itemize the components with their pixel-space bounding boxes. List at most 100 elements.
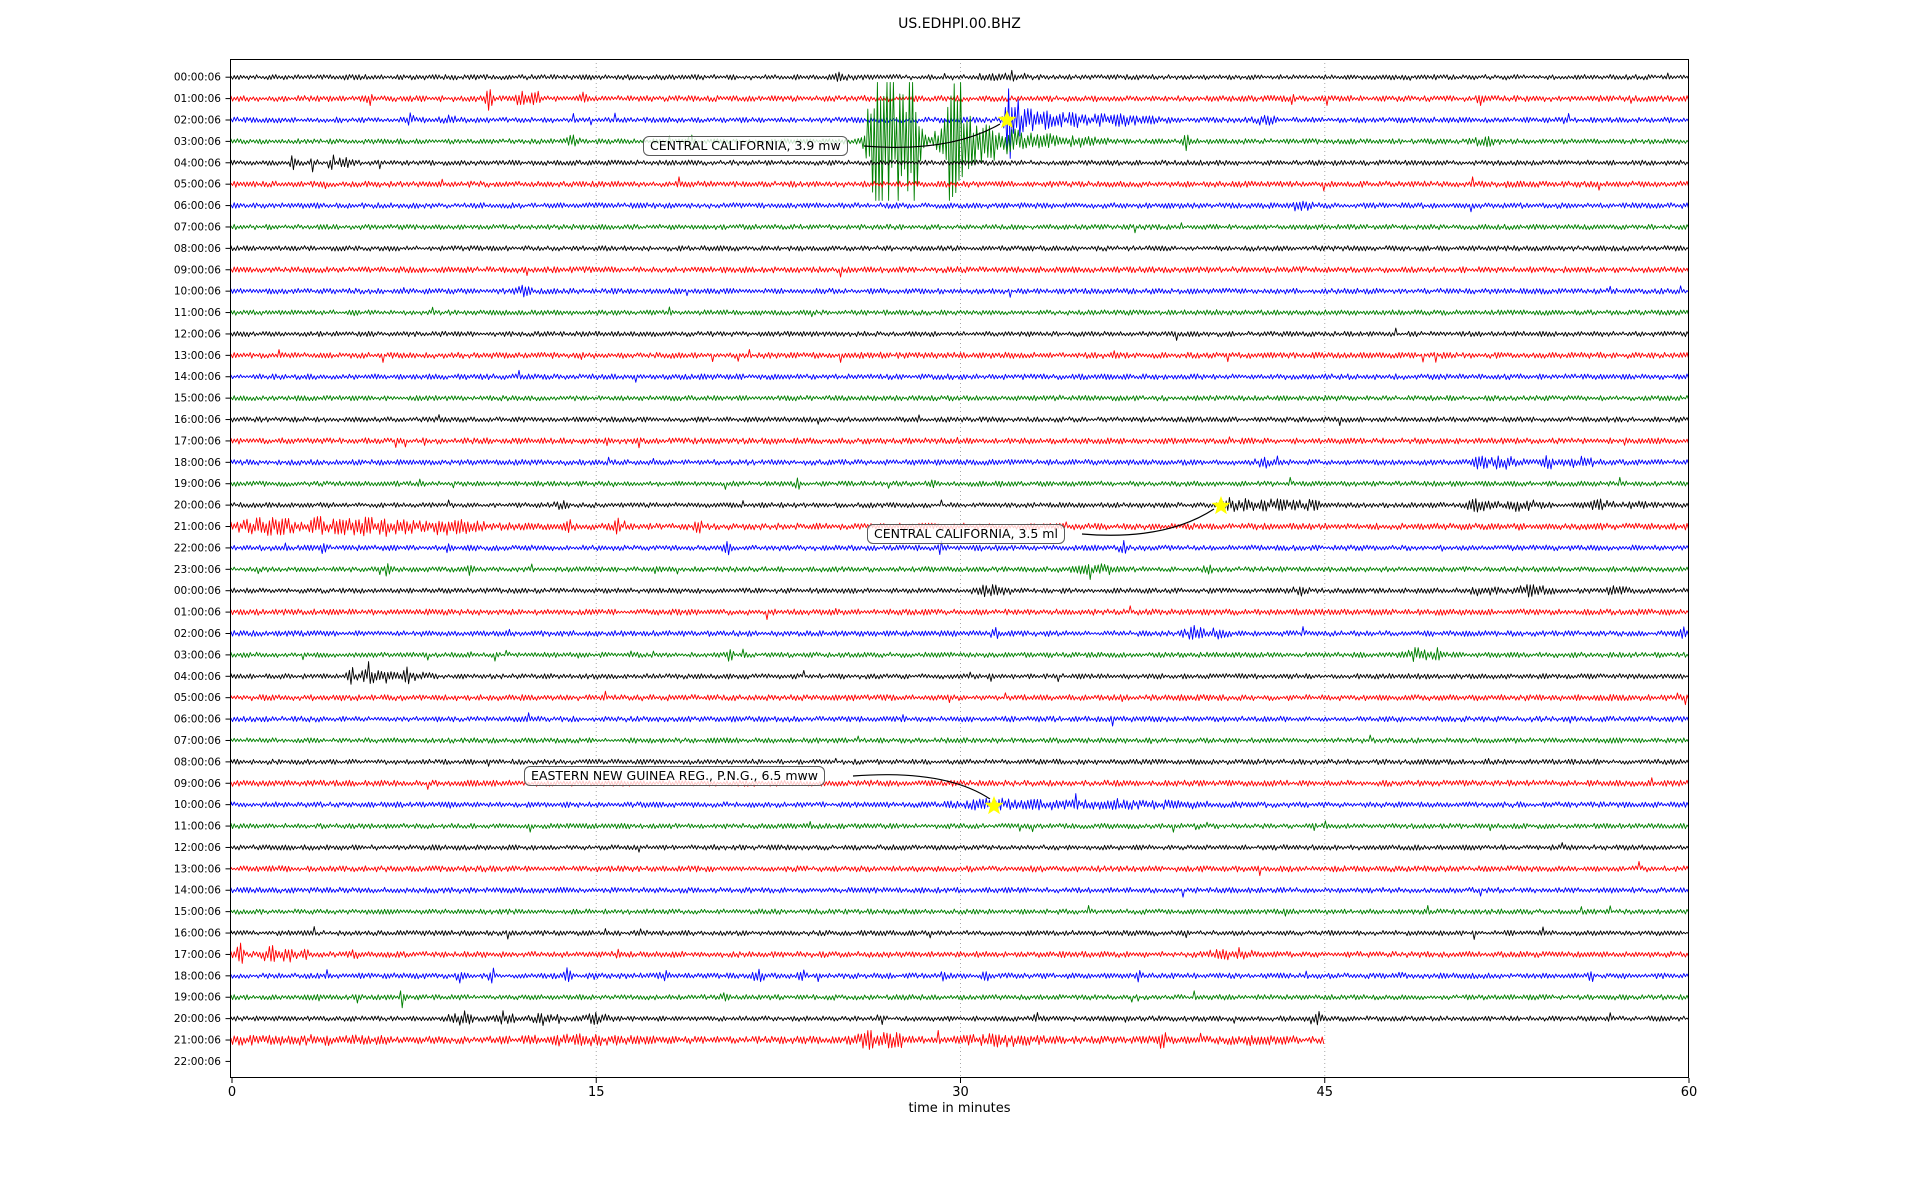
trace-row-14 bbox=[230, 369, 1690, 383]
trace-row-12 bbox=[230, 327, 1689, 341]
trace-row-20 bbox=[230, 497, 1690, 513]
event-star-icon bbox=[1211, 496, 1231, 515]
row-label: 12:00:06 bbox=[174, 328, 221, 340]
row-label: 06:00:06 bbox=[174, 714, 221, 726]
x-axis-label: time in minutes bbox=[908, 1101, 1011, 1116]
trace-row-35 bbox=[230, 820, 1689, 833]
trace-row-24 bbox=[230, 584, 1690, 598]
row-label: 05:00:06 bbox=[174, 179, 221, 191]
row-label: 22:00:06 bbox=[174, 542, 221, 554]
row-label: 22:00:06 bbox=[174, 1056, 221, 1068]
trace-row-42 bbox=[230, 967, 1690, 984]
row-label: 09:00:06 bbox=[174, 778, 221, 790]
trace-row-26 bbox=[230, 624, 1690, 640]
row-label: 18:00:06 bbox=[174, 457, 221, 469]
trace-row-17 bbox=[230, 436, 1690, 449]
trace-row-39 bbox=[230, 905, 1689, 917]
trace-row-43 bbox=[230, 990, 1690, 1009]
x-tick-label: 30 bbox=[952, 1085, 969, 1100]
row-label: 08:00:06 bbox=[174, 756, 221, 768]
x-tick-label: 0 bbox=[228, 1085, 236, 1100]
annotation-label-event-1: CENTRAL CALIFORNIA, 3.9 mw bbox=[643, 136, 848, 156]
row-label: 23:00:06 bbox=[174, 564, 221, 576]
annotation-label-event-2: CENTRAL CALIFORNIA, 3.5 ml bbox=[867, 524, 1065, 544]
trace-row-8 bbox=[230, 245, 1689, 252]
row-label: 06:00:06 bbox=[174, 200, 221, 212]
row-label: 16:00:06 bbox=[174, 928, 221, 940]
row-label: 05:00:06 bbox=[174, 692, 221, 704]
row-label: 17:00:06 bbox=[174, 435, 221, 447]
row-label: 03:00:06 bbox=[174, 649, 221, 661]
x-tick-label: 45 bbox=[1316, 1085, 1333, 1100]
row-label: 21:00:06 bbox=[174, 521, 221, 533]
row-label: 07:00:06 bbox=[174, 221, 221, 233]
trace-row-32 bbox=[230, 757, 1689, 767]
trace-row-33 bbox=[230, 777, 1690, 790]
row-label: 02:00:06 bbox=[174, 628, 221, 640]
helicorder-plot: 00:00:06 01:00:06 02:00:06 03:00:06 04:00:06… bbox=[174, 59, 1698, 1100]
row-label: 00:00:06 bbox=[174, 72, 221, 84]
x-tick-label: 15 bbox=[588, 1085, 605, 1100]
row-label: 13:00:06 bbox=[174, 350, 221, 362]
trace-row-9 bbox=[230, 266, 1690, 278]
row-label: 21:00:06 bbox=[174, 1035, 221, 1047]
row-label: 04:00:06 bbox=[174, 157, 221, 169]
trace-row-34 bbox=[230, 793, 1690, 812]
trace-row-29 bbox=[230, 690, 1690, 706]
trace-row-19 bbox=[230, 476, 1690, 490]
row-label: 20:00:06 bbox=[174, 500, 221, 512]
trace-row-36 bbox=[230, 842, 1689, 853]
row-label: 16:00:06 bbox=[174, 414, 221, 426]
event-star-icon bbox=[984, 796, 1004, 815]
row-label: 04:00:06 bbox=[174, 671, 221, 683]
row-label: 19:00:06 bbox=[174, 478, 221, 490]
trace-row-5 bbox=[230, 176, 1690, 192]
x-tick-label: 60 bbox=[1681, 1085, 1698, 1100]
row-label: 15:00:06 bbox=[174, 906, 221, 918]
row-label: 11:00:06 bbox=[174, 821, 221, 833]
row-label: 01:00:06 bbox=[174, 93, 221, 105]
helicorder-page: US.EDHPI.00.BHZ 00:00:06 01:00:06 02:00:06… bbox=[0, 0, 1920, 1200]
row-label: 10:00:06 bbox=[174, 286, 221, 298]
trace-row-11 bbox=[230, 306, 1690, 318]
row-label: 15:00:06 bbox=[174, 393, 221, 405]
annotation-connector bbox=[1081, 508, 1215, 536]
trace-row-7 bbox=[230, 222, 1689, 234]
row-label: 00:00:06 bbox=[174, 585, 221, 597]
trace-row-18 bbox=[230, 455, 1690, 470]
row-label: 07:00:06 bbox=[174, 735, 221, 747]
row-label: 19:00:06 bbox=[174, 992, 221, 1004]
trace-row-10 bbox=[230, 284, 1689, 298]
trace-row-37 bbox=[230, 861, 1690, 877]
row-label: 13:00:06 bbox=[174, 863, 221, 875]
row-label: 14:00:06 bbox=[174, 885, 221, 897]
trace-row-40 bbox=[230, 926, 1689, 940]
trace-row-27 bbox=[230, 647, 1689, 663]
trace-row-6 bbox=[230, 200, 1690, 213]
row-label: 11:00:06 bbox=[174, 307, 221, 319]
trace-row-44 bbox=[230, 1010, 1689, 1026]
row-label: 17:00:06 bbox=[174, 949, 221, 961]
trace-row-23 bbox=[230, 563, 1690, 580]
trace-row-16 bbox=[230, 414, 1690, 427]
row-label: 02:00:06 bbox=[174, 114, 221, 126]
row-label: 01:00:06 bbox=[174, 607, 221, 619]
annotation-connector bbox=[852, 774, 991, 800]
trace-row-45 bbox=[230, 1029, 1325, 1050]
row-label: 18:00:06 bbox=[174, 970, 221, 982]
trace-row-31 bbox=[230, 734, 1689, 745]
trace-row-38 bbox=[230, 886, 1690, 898]
row-label: 03:00:06 bbox=[174, 136, 221, 148]
annotation-label-event-3: EASTERN NEW GUINEA REG., P.N.G., 6.5 mww bbox=[524, 766, 825, 786]
row-label: 08:00:06 bbox=[174, 243, 221, 255]
trace-row-41 bbox=[230, 942, 1690, 964]
row-label: 09:00:06 bbox=[174, 264, 221, 276]
trace-row-0 bbox=[230, 69, 1689, 82]
row-label: 20:00:06 bbox=[174, 1013, 221, 1025]
trace-row-28 bbox=[230, 661, 1689, 685]
trace-row-13 bbox=[230, 349, 1690, 363]
trace-row-30 bbox=[230, 712, 1690, 727]
row-label: 10:00:06 bbox=[174, 799, 221, 811]
row-label: 12:00:06 bbox=[174, 842, 221, 854]
trace-row-25 bbox=[230, 605, 1689, 620]
